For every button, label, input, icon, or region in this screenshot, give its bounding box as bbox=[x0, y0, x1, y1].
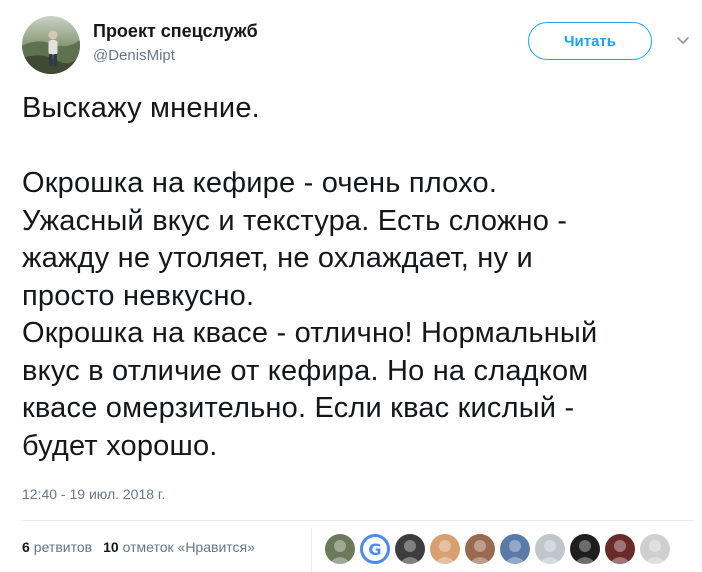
follow-button[interactable]: Читать bbox=[528, 22, 652, 60]
tweet-timestamp[interactable]: 12:40 - 19 июл. 2018 г. bbox=[22, 486, 165, 502]
stats-divider bbox=[22, 520, 694, 521]
likes-count: 10 bbox=[103, 539, 119, 555]
likes-label: отметок «Нравится» bbox=[122, 539, 255, 555]
liker-avatar-icon[interactable] bbox=[570, 534, 600, 564]
author-display-name[interactable]: Проект спецслужб bbox=[93, 21, 258, 42]
liker-avatar-icon[interactable] bbox=[640, 534, 670, 564]
liker-avatar-icon[interactable] bbox=[325, 534, 355, 564]
google-g-icon[interactable]: G bbox=[360, 534, 390, 564]
liker-avatar-icon[interactable] bbox=[395, 534, 425, 564]
author-handle[interactable]: @DenisMipt bbox=[93, 47, 175, 64]
retweets-label: ретвитов bbox=[33, 539, 93, 555]
liker-avatar-icon[interactable] bbox=[465, 534, 495, 564]
more-options-button[interactable] bbox=[672, 32, 694, 50]
profile-photo-icon bbox=[22, 16, 80, 74]
liker-avatar-icon[interactable] bbox=[605, 534, 635, 564]
retweets-count: 6 bbox=[22, 539, 30, 555]
tweet-text: Выскажу мнение. Окрошка на кефире - очен… bbox=[22, 92, 598, 462]
likes-stat[interactable]: 10 отметок «Нравится» bbox=[103, 539, 255, 555]
liker-avatar-icon[interactable] bbox=[500, 534, 530, 564]
author-avatar[interactable] bbox=[22, 16, 80, 74]
liker-avatars: G bbox=[325, 533, 675, 565]
cat-avatar-icon[interactable] bbox=[430, 534, 460, 564]
stats-separator bbox=[311, 528, 312, 572]
retweets-stat[interactable]: 6 ретвитов bbox=[22, 539, 92, 555]
chevron-down-icon bbox=[677, 37, 689, 44]
default-avatar-icon[interactable] bbox=[535, 534, 565, 564]
tweet-stats: 6 ретвитов 10 отметок «Нравится» bbox=[22, 539, 266, 555]
